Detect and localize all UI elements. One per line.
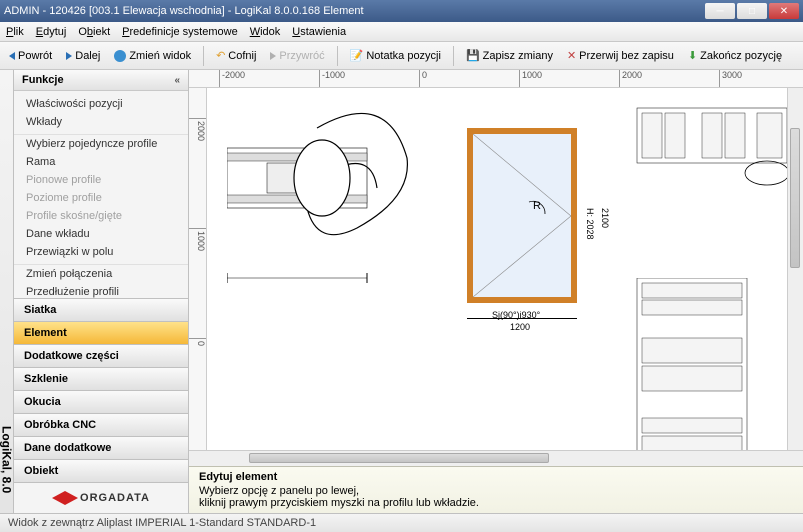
scroll-thumb-v[interactable] — [790, 128, 800, 268]
handle-detail — [227, 98, 427, 328]
maximize-button[interactable]: □ — [737, 3, 767, 19]
statusbar: Widok z zewnątrz Aliplast IMPERIAL 1-Sta… — [0, 513, 803, 532]
function-item[interactable]: Wybierz pojedyncze profile — [14, 134, 188, 153]
scrollbar-vertical[interactable] — [787, 88, 803, 450]
cross-section-top — [627, 98, 787, 198]
refresh-icon — [114, 50, 126, 62]
ruler-tick: 1000 — [189, 228, 206, 251]
close-button[interactable]: ✕ — [769, 3, 799, 19]
back-button[interactable]: Powrót — [4, 48, 57, 64]
canvas-area: -2000 -1000 0 1000 2000 3000 2000 1000 0 — [189, 70, 803, 513]
dim-height: H: 2028 — [585, 208, 595, 240]
functions-list: Właściwości pozycjiWkłady Wybierz pojedyn… — [14, 91, 188, 298]
scroll-thumb-h[interactable] — [249, 453, 549, 463]
menubar: Plik Edytuj Obiekt Predefinicje systemow… — [0, 22, 803, 42]
brand-area: ORGADATA — [14, 482, 188, 513]
undo-icon: ↶ — [216, 49, 225, 62]
arrow-left-icon — [9, 52, 15, 60]
accordion: SiatkaElementDodatkowe częściSzklenieOku… — [14, 298, 188, 482]
separator — [453, 46, 454, 66]
ruler-vertical: 2000 1000 0 — [189, 88, 207, 450]
function-item: Poziome profile — [14, 189, 188, 207]
ruler-tick: -2000 — [219, 70, 245, 87]
main-area: LogiKal, 8.0 Funkcje « Właściwości pozyc… — [0, 70, 803, 513]
titlebar: ADMIN - 120426 [003.1 Elewacja wschodnia… — [0, 0, 803, 22]
undo-button[interactable]: ↶Cofnij — [211, 47, 261, 64]
redo-icon — [270, 52, 276, 60]
accordion-item[interactable]: Dodatkowe części — [14, 344, 188, 367]
cancel-icon: ✕ — [567, 49, 576, 62]
menu-ustawienia[interactable]: Ustawienia — [292, 26, 346, 38]
window-controls: ─ □ ✕ — [705, 3, 799, 19]
function-item[interactable]: Przedłużenie profili — [14, 283, 188, 298]
dim-line-h — [467, 318, 577, 319]
note-button[interactable]: 📝Notatka pozycji — [345, 47, 446, 64]
minimize-button[interactable]: ─ — [705, 3, 735, 19]
menu-obiekt[interactable]: Obiekt — [78, 26, 110, 38]
save-icon: 💾 — [466, 49, 480, 62]
dim-width: 1200 — [510, 322, 530, 332]
function-item: Profile skośne/gięte — [14, 207, 188, 225]
logo-icon — [52, 491, 78, 505]
canvas-body: 2000 1000 0 R — [189, 88, 803, 450]
status-text: Widok z zewnątrz Aliplast IMPERIAL 1-Sta… — [8, 517, 316, 529]
note-icon: 📝 — [350, 49, 364, 62]
function-item[interactable]: Przewiązki w polu — [14, 243, 188, 261]
menu-plik[interactable]: Plik — [6, 26, 24, 38]
function-item[interactable]: Dane wkładu — [14, 225, 188, 243]
orgadata-logo: ORGADATA — [52, 491, 150, 505]
scrollbar-horizontal[interactable] — [189, 450, 803, 466]
ruler-tick: 3000 — [719, 70, 742, 87]
left-panel: Funkcje « Właściwości pozycjiWkłady Wybie… — [14, 70, 189, 513]
cross-section-side — [627, 278, 777, 450]
redo-button[interactable]: Przywróć — [265, 48, 329, 64]
down-arrow-icon: ⬇ — [688, 49, 697, 62]
menu-edytuj[interactable]: Edytuj — [36, 26, 67, 38]
element-frame[interactable]: R — [467, 128, 577, 303]
accordion-item[interactable]: Obiekt — [14, 459, 188, 482]
accordion-item[interactable]: Dane dodatkowe — [14, 436, 188, 459]
ruler-tick: 1000 — [519, 70, 542, 87]
dim-height-2: 2100 — [600, 208, 610, 228]
window-title: ADMIN - 120426 [003.1 Elewacja wschodnia… — [4, 5, 705, 17]
accordion-item[interactable]: Obróbka CNC — [14, 413, 188, 436]
function-item: Pionowe profile — [14, 171, 188, 189]
separator — [337, 46, 338, 66]
cancel-button[interactable]: ✕Przerwij bez zapisu — [562, 47, 679, 64]
app-side-label: LogiKal, 8.0 — [0, 70, 14, 513]
ruler-tick: 2000 — [619, 70, 642, 87]
ruler-horizontal: -2000 -1000 0 1000 2000 3000 — [189, 70, 803, 88]
menu-widok[interactable]: Widok — [250, 26, 281, 38]
drawing-canvas[interactable]: R H: 2028 2100 Sj(90°)i930° 1200 — [207, 88, 787, 450]
functions-scroll[interactable]: Funkcje « Właściwości pozycjiWkłady Wybie… — [14, 70, 188, 298]
function-item[interactable]: Zmień połączenia — [14, 264, 188, 283]
forward-button[interactable]: Dalej — [61, 48, 105, 64]
ruler-tick: 0 — [189, 338, 206, 346]
save-button[interactable]: 💾Zapisz zmiany — [461, 47, 558, 64]
toolbar: Powrót Dalej Zmień widok ↶Cofnij Przywró… — [0, 42, 803, 70]
separator — [203, 46, 204, 66]
ruler-tick: -1000 — [319, 70, 345, 87]
opening-symbol: R — [473, 134, 571, 297]
function-item[interactable]: Właściwości pozycji — [14, 95, 188, 113]
finish-button[interactable]: ⬇Zakończ pozycję — [683, 47, 787, 64]
accordion-item[interactable]: Okucia — [14, 390, 188, 413]
hint-title: Edytuj element — [199, 471, 793, 483]
hint-line-2: kliknij prawym przyciskiem myszki na pro… — [199, 497, 793, 509]
ruler-tick: 0 — [419, 70, 427, 87]
chevron-up-icon: « — [174, 75, 180, 86]
accordion-item[interactable]: Element — [14, 321, 188, 344]
accordion-item[interactable]: Szklenie — [14, 367, 188, 390]
menu-predef[interactable]: Predefinicje systemowe — [122, 26, 238, 38]
change-view-button[interactable]: Zmień widok — [109, 48, 196, 64]
functions-header[interactable]: Funkcje « — [14, 70, 188, 91]
function-item[interactable]: Rama — [14, 153, 188, 171]
accordion-item[interactable]: Siatka — [14, 298, 188, 321]
hint-bar: Edytuj element Wybierz opcję z panelu po… — [189, 466, 803, 513]
arrow-right-icon — [66, 52, 72, 60]
function-item[interactable]: Wkłady — [14, 113, 188, 131]
ruler-tick: 2000 — [189, 118, 206, 141]
hint-line-1: Wybierz opcję z panelu po lewej, — [199, 485, 793, 497]
